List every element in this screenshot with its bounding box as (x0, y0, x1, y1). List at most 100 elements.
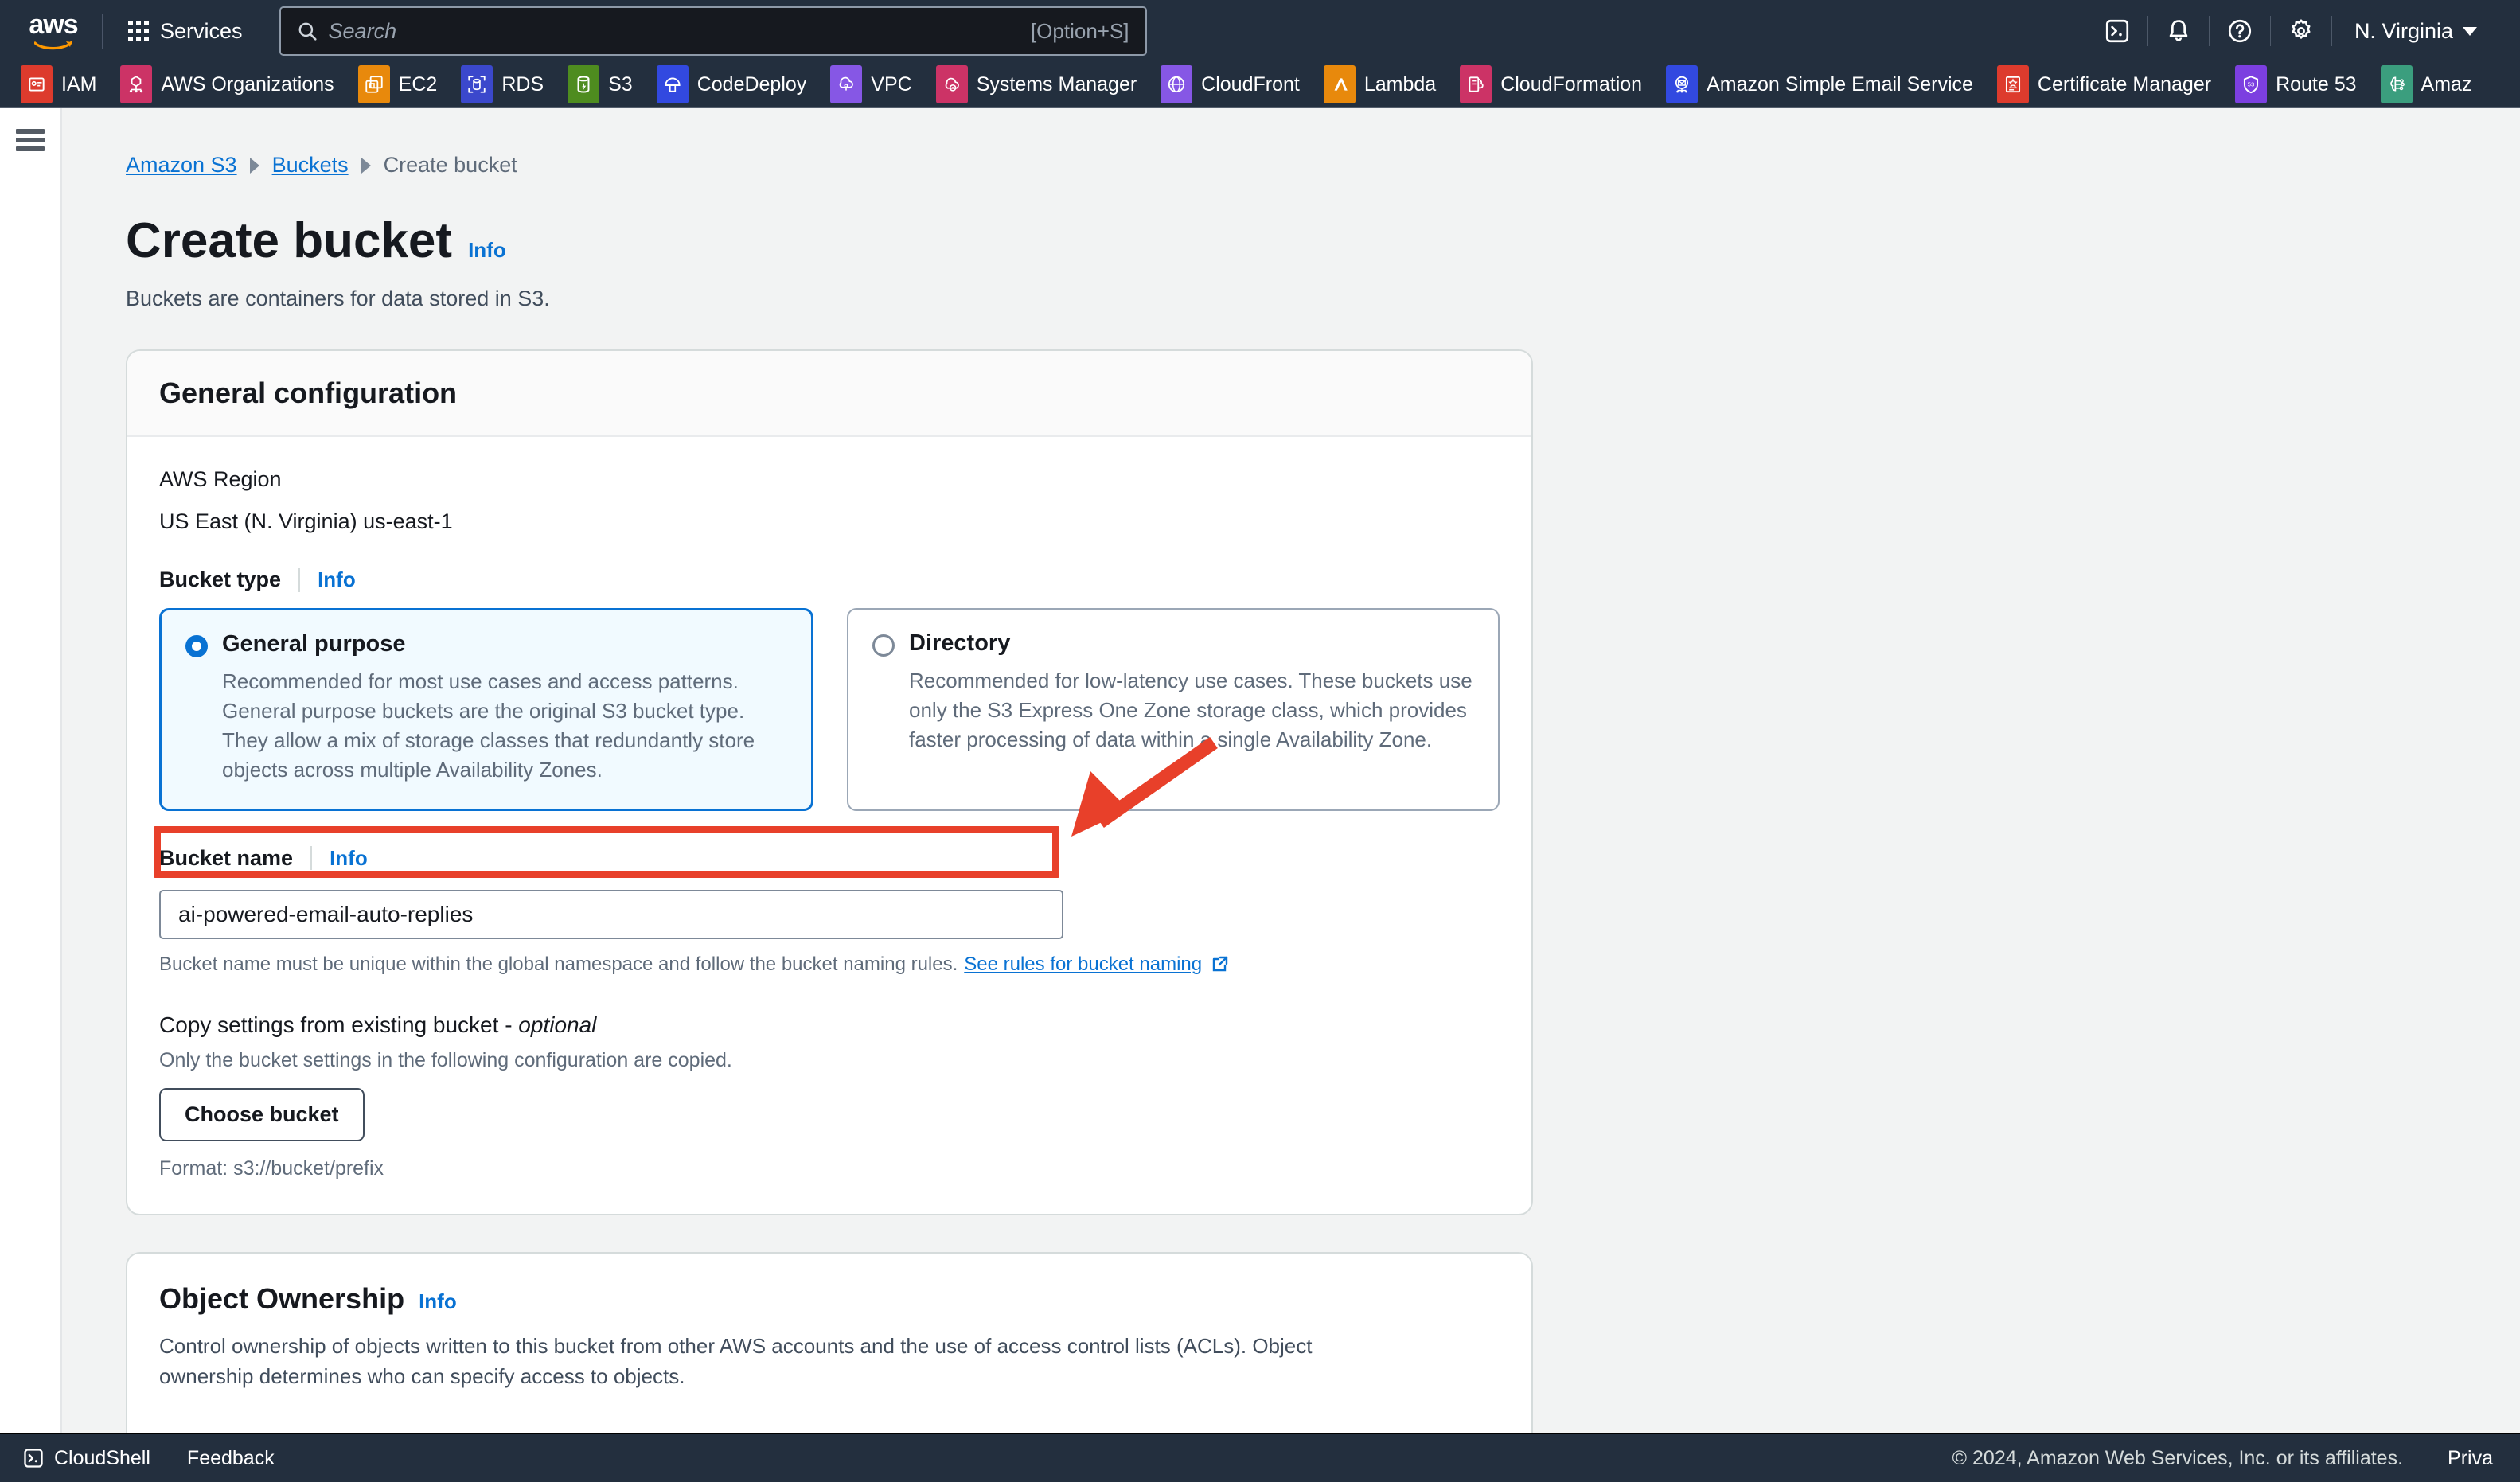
footer-cloudshell-button[interactable]: CloudShell (22, 1447, 150, 1470)
service-shortcut-codedeploy[interactable]: CodeDeploy (656, 65, 807, 103)
search-icon (298, 22, 317, 41)
search-shortcut-hint: [Option+S] (1030, 18, 1129, 43)
service-shortcut-s3[interactable]: S3 (568, 65, 633, 103)
bucket-type-label: Bucket type (159, 567, 282, 591)
search-input[interactable] (328, 18, 1031, 44)
left-sidebar (0, 108, 62, 1453)
service-shortcut-systems-manager[interactable]: Systems Manager (935, 65, 1137, 103)
service-shortcut-label: Systems Manager (976, 72, 1137, 96)
aws-logo-text: aws (29, 10, 78, 40)
object-ownership-card: Object Ownership Info Control ownership … (126, 1251, 1533, 1453)
service-shortcut-ec2[interactable]: EC2 (357, 65, 438, 103)
footer-bar: CloudShell Feedback © 2024, Amazon Web S… (0, 1433, 2520, 1482)
vpc-icon (830, 65, 863, 103)
aws-region-label: AWS Region (159, 467, 282, 491)
service-shortcut-iam[interactable]: IAM (21, 65, 96, 103)
notifications-bell-icon[interactable] (2148, 0, 2209, 62)
object-ownership-title: Object Ownership (159, 1281, 405, 1315)
service-shortcut-cloudfront[interactable]: CloudFront (1161, 65, 1300, 103)
grid-icon (128, 21, 149, 41)
cloudshell-icon[interactable] (2087, 0, 2147, 62)
external-link-icon (1212, 956, 1228, 972)
bucket-name-info-link[interactable]: Info (312, 846, 368, 871)
footer-feedback-link[interactable]: Feedback (187, 1447, 275, 1470)
aws-smile-icon (34, 41, 72, 50)
region-selector-button[interactable]: N. Virginia (2332, 19, 2493, 44)
breadcrumb-item-create-bucket: Create bucket (383, 153, 517, 177)
service-shortcut-label: EC2 (398, 72, 438, 96)
breadcrumb-item-amazon-s3[interactable]: Amazon S3 (126, 153, 237, 177)
bucket-name-input[interactable] (159, 889, 1063, 939)
service-shortcut-vpc[interactable]: VPC (830, 65, 912, 103)
bucket-name-label: Bucket name (159, 845, 294, 870)
copy-settings-optional-tag: optional (518, 1012, 597, 1037)
aws-region-value: US East (N. Virginia) us-east-1 (159, 509, 453, 533)
service-shortcut-lambda[interactable]: Lambda (1323, 65, 1437, 103)
service-shortcut-label: CloudFormation (1500, 72, 1643, 96)
service-shortcut-amazon-simple-email-service[interactable]: Amazon Simple Email Service (1666, 65, 1973, 103)
region-selector-label: N. Virginia (2354, 18, 2453, 43)
bucket-name-helper-row: Bucket name must be unique within the gl… (159, 954, 1500, 976)
systems-manager-icon (935, 65, 968, 103)
bucket-type-option-title: General purpose (222, 631, 406, 657)
cloudshell-icon (24, 1449, 43, 1468)
organizations-icon (120, 65, 153, 103)
choose-bucket-button[interactable]: Choose bucket (159, 1087, 365, 1141)
breadcrumb-item-buckets[interactable]: Buckets (272, 153, 349, 177)
bucket-name-field-group: Bucket name Info Bucket name must be uni… (159, 846, 1500, 976)
chevron-down-icon (2463, 26, 2477, 36)
bucket-naming-rules-link[interactable]: See rules for bucket naming (964, 954, 1229, 976)
service-shortcut-label: Lambda (1363, 72, 1437, 96)
copy-settings-group: Copy settings from existing bucket - opt… (159, 1012, 1500, 1180)
bucket-type-option-description: Recommended for low-latency use cases. T… (909, 669, 1473, 752)
bucket-type-option-description: Recommended for most use cases and acces… (222, 669, 755, 782)
hamburger-menu-icon[interactable] (16, 129, 45, 151)
certificate-manager-icon (1996, 65, 2029, 103)
iam-icon (21, 65, 53, 103)
service-shortcut-aws-organizations[interactable]: AWS Organizations (120, 65, 334, 103)
s3-icon (568, 65, 600, 103)
chevron-right-icon (249, 157, 259, 174)
ec2-icon (357, 65, 390, 103)
nav-divider (102, 14, 103, 49)
service-shortcut-label: Route 53 (2276, 72, 2357, 96)
bucket-type-option-directory[interactable]: Directory Recommended for low-latency us… (847, 608, 1500, 811)
footer-privacy-link[interactable]: Priva (2448, 1447, 2493, 1470)
global-search-bar[interactable]: [Option+S] (279, 6, 1147, 56)
breadcrumb: Amazon S3 Buckets Create bucket (64, 108, 2520, 177)
rds-icon (461, 65, 493, 103)
radio-directory[interactable] (872, 634, 895, 657)
bucket-type-option-title: Directory (909, 630, 1011, 656)
service-shortcut-cloudformation[interactable]: CloudFormation (1460, 65, 1642, 103)
radio-general-purpose[interactable] (185, 635, 208, 657)
service-shortcut-label: VPC (871, 72, 912, 96)
ses-icon (1666, 65, 1699, 103)
service-shortcut-amaz[interactable]: Amaz (2380, 65, 2471, 103)
route53-icon: 53 (2235, 65, 2268, 103)
service-shortcut-certificate-manager[interactable]: Certificate Manager (1996, 65, 2211, 103)
bucket-type-options: General purpose Recommended for most use… (159, 608, 1500, 811)
settings-gear-icon[interactable] (2271, 0, 2331, 62)
copy-settings-title: Copy settings from existing bucket - opt… (159, 1012, 1500, 1038)
cloudformation-icon (1460, 65, 1492, 103)
object-ownership-description: Control ownership of objects written to … (159, 1333, 1313, 1388)
object-ownership-info-link[interactable]: Info (419, 1289, 457, 1314)
footer-cloudshell-label: CloudShell (54, 1446, 150, 1469)
service-shortcut-label: IAM (61, 72, 97, 96)
aws-logo[interactable]: aws (22, 11, 84, 51)
services-menu-button[interactable]: Services (120, 13, 251, 50)
service-shortcut-rds[interactable]: RDS (461, 65, 544, 103)
general-configuration-header: General configuration (127, 351, 1531, 437)
service-shortcut-label: CodeDeploy (696, 72, 807, 96)
help-question-icon[interactable] (2210, 0, 2270, 62)
main-content-area: Amazon S3 Buckets Create bucket Create b… (64, 108, 2520, 1453)
footer-copyright: © 2024, Amazon Web Services, Inc. or its… (1952, 1446, 2404, 1469)
bucket-type-info-link[interactable]: Info (300, 567, 356, 592)
service-shortcut-route-53[interactable]: 53 Route 53 (2235, 65, 2357, 103)
bucket-name-helper-text: Bucket name must be unique within the gl… (159, 953, 958, 975)
bucket-type-label-row: Bucket type Info (159, 567, 1500, 592)
top-navigation-bar: aws Services [Option+S] (0, 0, 2520, 62)
page-info-link[interactable]: Info (468, 238, 506, 263)
bucket-type-option-general-purpose[interactable]: General purpose Recommended for most use… (159, 608, 813, 811)
bucket-name-label-row: Bucket name Info (159, 846, 1500, 871)
